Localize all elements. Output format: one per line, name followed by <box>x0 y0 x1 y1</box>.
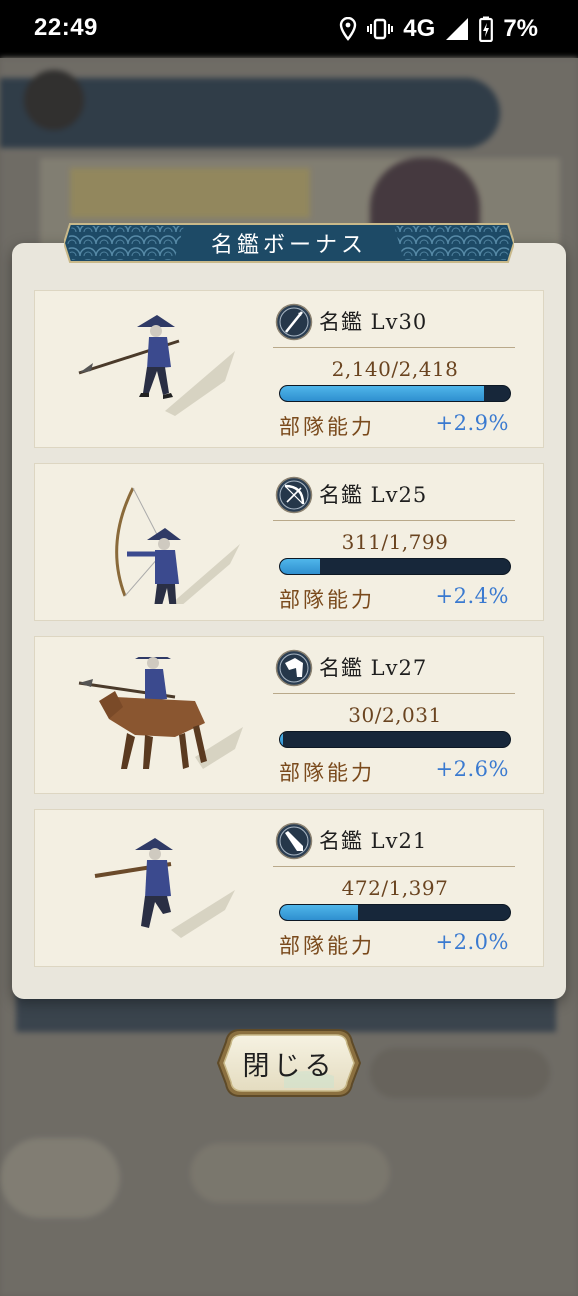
vibrate-icon <box>367 17 394 41</box>
unit-card-cavalry: 名鑑 Lv27 30/2,031 部隊能力 +2.6% <box>34 636 544 794</box>
divider <box>273 693 515 694</box>
level-label: 名鑑 Lv30 <box>319 310 428 334</box>
battery-label: 7% <box>503 15 538 42</box>
progress-fill <box>280 732 284 747</box>
progress-bar <box>279 558 511 575</box>
collection-count: 472/1,397 <box>341 876 449 900</box>
location-icon <box>339 17 357 41</box>
progress-bar <box>279 385 511 402</box>
ability-label: 部隊能力 <box>279 761 375 785</box>
signal-icon <box>445 17 469 41</box>
unit-card-gunner: 名鑑 Lv21 472/1,397 部隊能力 +2.0% <box>34 809 544 967</box>
progress-fill <box>280 905 358 920</box>
ability-label: 部隊能力 <box>279 415 375 439</box>
bonus-value: +2.9% <box>435 411 509 435</box>
unit-image-cavalry <box>75 657 245 777</box>
unit-image-archer <box>75 484 245 604</box>
horse-icon <box>275 649 313 687</box>
unit-image-spearman <box>75 311 245 431</box>
close-button-label: 閉じる <box>242 1050 336 1082</box>
collection-count: 2,140/2,418 <box>331 357 459 381</box>
bonus-value: +2.6% <box>435 757 509 781</box>
status-bar: 22:49 4G 7% <box>0 0 578 58</box>
progress-bar <box>279 731 511 748</box>
network-label: 4G <box>403 15 436 42</box>
bonus-value: +2.4% <box>435 584 509 608</box>
divider <box>273 347 515 348</box>
collection-count: 30/2,031 <box>348 703 442 727</box>
spear-icon <box>275 303 313 341</box>
status-time: 22:49 <box>34 14 98 41</box>
ability-label: 部隊能力 <box>279 934 375 958</box>
bow-icon <box>275 476 313 514</box>
unit-card-spearman: 名鑑 Lv30 2,140/2,418 部隊能力 +2.9% <box>34 290 544 448</box>
divider <box>273 866 515 867</box>
level-label: 名鑑 Lv27 <box>319 656 428 680</box>
close-button[interactable]: 閉じる <box>214 1026 364 1100</box>
progress-bar <box>279 904 511 921</box>
progress-fill <box>280 559 320 574</box>
unit-image-gunner <box>75 830 245 950</box>
gun-icon <box>275 822 313 860</box>
dialog-title-banner: 名鑑ボーナス <box>64 220 514 266</box>
ability-label: 部隊能力 <box>279 588 375 612</box>
collection-count: 311/1,799 <box>341 530 449 554</box>
progress-fill <box>280 386 484 401</box>
level-label: 名鑑 Lv21 <box>319 829 428 853</box>
battery-charging-icon <box>479 16 494 42</box>
status-icons: 4G 7% <box>339 12 538 46</box>
dialog-title: 名鑑ボーナス <box>210 233 367 258</box>
divider <box>273 520 515 521</box>
level-label: 名鑑 Lv25 <box>319 483 428 507</box>
unit-card-archer: 名鑑 Lv25 311/1,799 部隊能力 +2.4% <box>34 463 544 621</box>
bonus-value: +2.0% <box>435 930 509 954</box>
